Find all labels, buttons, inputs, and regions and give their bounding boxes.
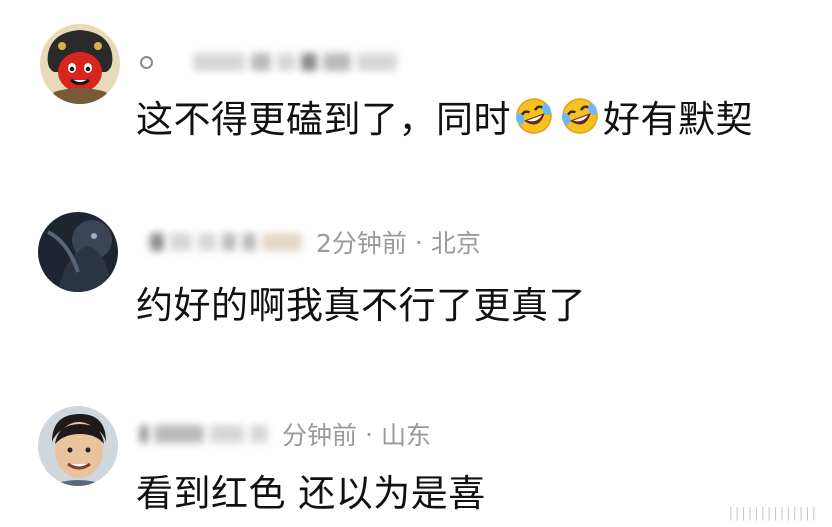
comment-item: 2分钟前 · 北京 约好的啊我真不行了更真了 — [0, 190, 832, 340]
redacted-username — [193, 53, 245, 71]
circle-marker-icon — [140, 55, 153, 69]
redacted-username — [222, 233, 236, 251]
redacted-username — [198, 233, 216, 251]
redacted-username — [323, 53, 351, 71]
redacted-username — [242, 233, 256, 251]
redacted-username — [357, 53, 397, 71]
redacted-username — [301, 53, 317, 71]
comment-text: 约好的啊我真不行了更真了 — [136, 284, 586, 327]
comment-text-before: 这不得更磕到了，同时 — [136, 98, 511, 141]
redacted-username — [210, 425, 244, 443]
comment-meta: 分钟前 · 山东 — [140, 414, 431, 454]
avatar-image — [38, 212, 118, 292]
redacted-username — [251, 53, 271, 71]
redacted-username — [150, 233, 164, 251]
meta-separator: · — [414, 227, 423, 257]
meta-separator: · — [365, 419, 373, 449]
comment-meta — [140, 42, 403, 82]
comment-location: 北京 — [430, 229, 481, 258]
redacted-username — [250, 425, 268, 443]
avatar[interactable] — [40, 24, 120, 104]
comment-location: 山东 — [380, 421, 431, 450]
avatar[interactable] — [38, 406, 118, 486]
comment-text-after: 好有默契 — [603, 98, 753, 141]
comment-time: 2分钟前 — [316, 229, 407, 258]
redacted-username — [154, 425, 204, 443]
comment-item: 分钟前 · 山东 看到红色 还以为是喜 — [0, 390, 832, 527]
comment-text: 这不得更磕到了，同时 好有默契 — [136, 92, 753, 141]
rolling-on-floor-laughing-emoji-icon — [560, 96, 600, 136]
redacted-username — [140, 425, 148, 443]
rolling-on-floor-laughing-emoji-icon — [514, 96, 554, 136]
watermark: |||||||||||||| — [728, 506, 818, 521]
avatar[interactable] — [38, 212, 118, 292]
redacted-username — [170, 233, 192, 251]
comment-text: 看到红色 还以为是喜 — [136, 472, 486, 515]
avatar-image — [40, 24, 120, 104]
avatar-image — [38, 406, 118, 486]
comment-time: 分钟前 — [282, 421, 358, 450]
redacted-username — [262, 233, 302, 251]
comment-meta: 2分钟前 · 北京 — [150, 222, 481, 262]
redacted-username — [277, 53, 295, 71]
comment-item: 这不得更磕到了，同时 好有默契 — [0, 0, 832, 170]
